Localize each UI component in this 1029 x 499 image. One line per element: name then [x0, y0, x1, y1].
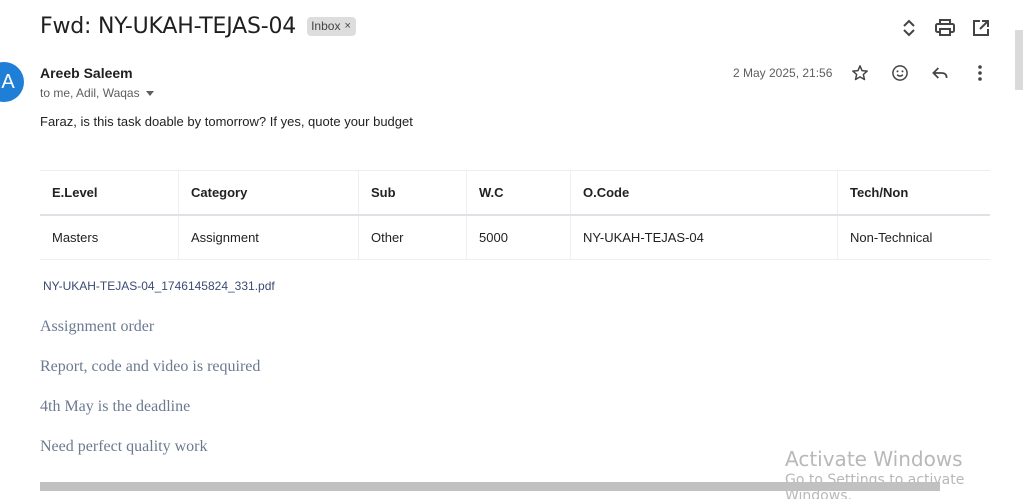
body-line: Report, code and video is required: [40, 358, 261, 375]
attachment-link[interactable]: NY-UKAH-TEJAS-04_1746145824_331.pdf: [43, 279, 275, 293]
thread-toolbar: [897, 16, 993, 40]
inbox-label-chip[interactable]: Inbox ×: [307, 17, 356, 36]
order-table: E.Level Category Sub W.C O.Code Tech/Non…: [40, 170, 990, 260]
body-line: Need perfect quality work: [40, 438, 208, 455]
table-cell: Masters: [40, 214, 179, 260]
star-icon[interactable]: [848, 61, 872, 85]
emoji-icon[interactable]: [888, 61, 912, 85]
remove-label-icon[interactable]: ×: [344, 19, 350, 33]
table-cell: Other: [358, 214, 467, 260]
recipients-text: to me, Adil, Waqas: [40, 86, 140, 100]
show-details-caret-icon[interactable]: [145, 90, 154, 96]
sender-name[interactable]: Areeb Saleem: [40, 65, 133, 81]
horizontal-scrollbar[interactable]: [40, 482, 940, 491]
vertical-scrollbar[interactable]: [1015, 30, 1023, 90]
reply-icon[interactable]: [928, 61, 952, 85]
table-header-row: E.Level Category Sub W.C O.Code Tech/Non: [40, 170, 990, 215]
table-header-cell: Sub: [358, 170, 467, 215]
message-actions: [848, 61, 992, 85]
table-cell: NY-UKAH-TEJAS-04: [570, 214, 838, 260]
message-date: 2 May 2025, 21:56: [733, 66, 833, 80]
table-header-cell: W.C: [466, 170, 571, 215]
email-subject: Fwd: NY-UKAH-TEJAS-04 Inbox ×: [40, 14, 356, 39]
message-greeting: Faraz, is this task doable by tomorrow? …: [40, 114, 413, 129]
label-chip-text: Inbox: [311, 19, 341, 33]
table-cell: Assignment: [178, 214, 359, 260]
body-line: Assignment order: [40, 318, 155, 335]
recipients: to me, Adil, Waqas: [40, 86, 154, 100]
table-header-cell: O.Code: [570, 170, 838, 215]
table-header-cell: E.Level: [40, 170, 179, 215]
table-cell: Non-Technical: [850, 229, 933, 245]
table-header-cell: Tech/Non: [850, 184, 909, 200]
print-icon[interactable]: [933, 16, 957, 40]
avatar-letter: A: [1, 70, 15, 93]
avatar[interactable]: A: [0, 62, 24, 102]
more-vert-icon[interactable]: [968, 61, 992, 85]
body-line: 4th May is the deadline: [40, 398, 191, 415]
table-header-cell: Category: [178, 170, 359, 215]
expand-collapse-icon[interactable]: [897, 16, 921, 40]
table-row: Masters Assignment Other 5000 NY-UKAH-TE…: [40, 214, 990, 260]
table-cell: 5000: [466, 214, 571, 260]
subject-title: Fwd: NY-UKAH-TEJAS-04: [40, 14, 297, 39]
open-in-new-window-icon[interactable]: [969, 16, 993, 40]
activate-windows-watermark-title: Activate Windows: [785, 447, 963, 471]
